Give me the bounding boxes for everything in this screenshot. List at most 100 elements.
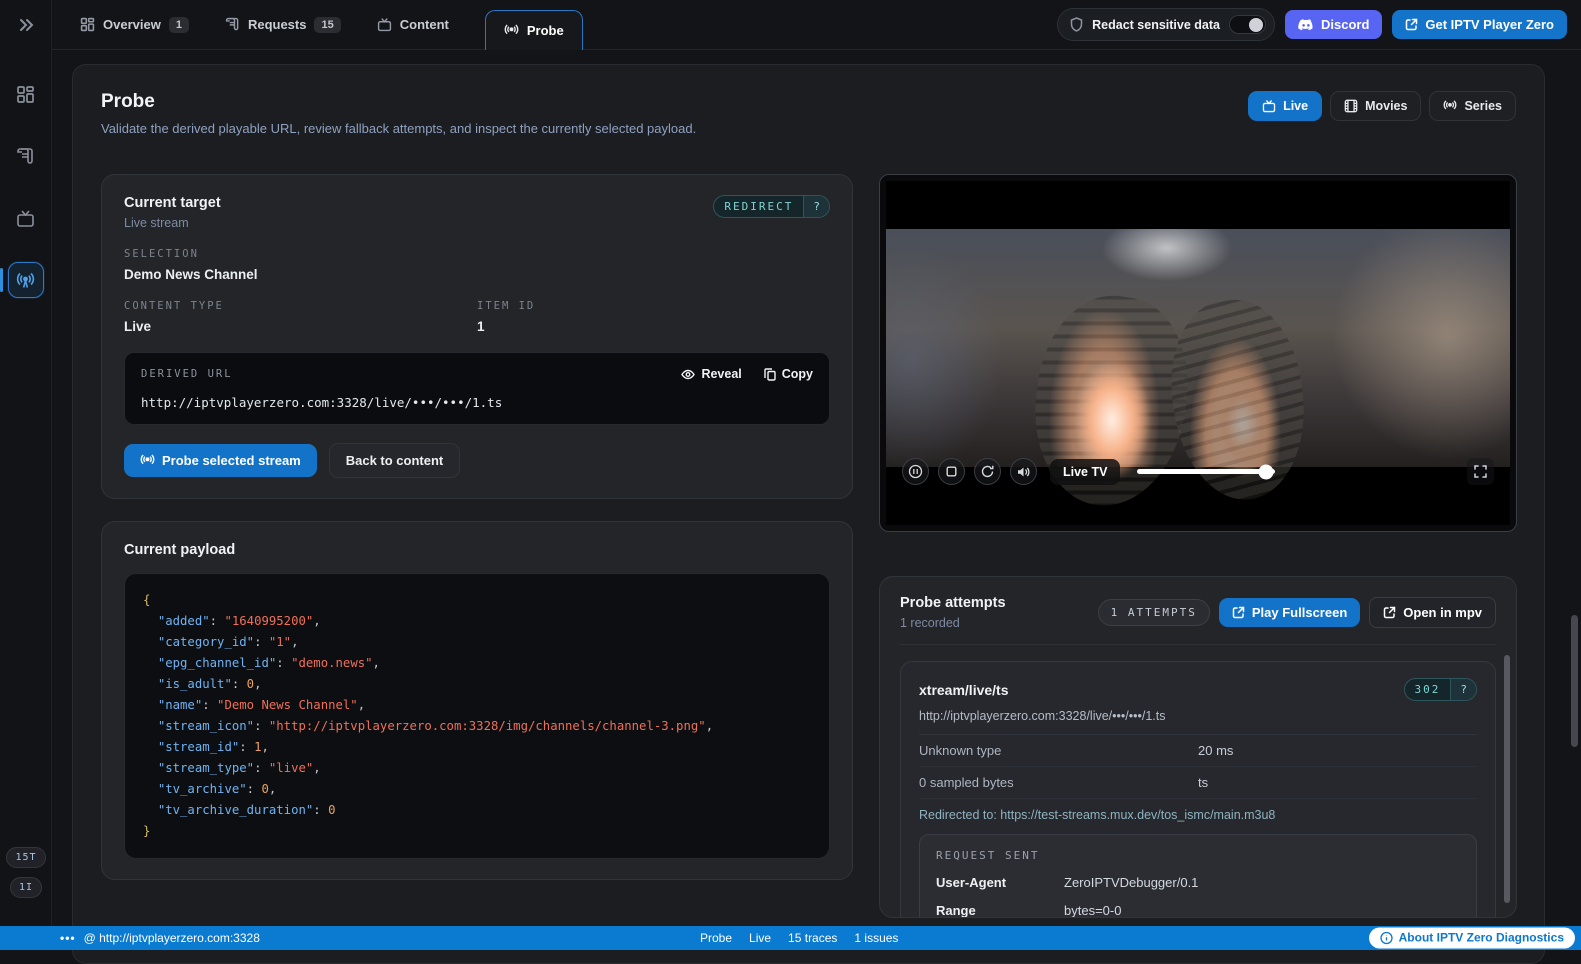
content-type-value: Live bbox=[124, 319, 477, 334]
copy-button[interactable]: Copy bbox=[764, 367, 813, 381]
derived-url-header: DERIVED URL Reveal bbox=[141, 367, 813, 381]
tab-overview[interactable]: Overview 1 bbox=[80, 17, 189, 33]
volume-button[interactable] bbox=[1010, 458, 1037, 485]
probe-stream-button[interactable]: Probe selected stream bbox=[124, 444, 317, 477]
statusbar-item-view: Probe bbox=[700, 931, 732, 945]
reload-button[interactable] bbox=[974, 458, 1001, 485]
topbar: Overview 1 Requests 15 Content Probe bbox=[52, 0, 1581, 50]
detail-left: Unknown type bbox=[919, 743, 1198, 758]
sidebar-expand-button[interactable] bbox=[0, 0, 51, 50]
current-target-titles: Current target Live stream bbox=[124, 195, 221, 230]
statusbar-item-mode: Live bbox=[749, 931, 771, 945]
current-target-subtitle: Live stream bbox=[124, 216, 221, 230]
get-player-button[interactable]: Get IPTV Player Zero bbox=[1392, 10, 1567, 39]
video-screen[interactable]: Live TV bbox=[886, 181, 1510, 525]
copy-icon bbox=[764, 368, 776, 381]
external-link-icon bbox=[1405, 18, 1418, 31]
status-badge[interactable]: 302 ? bbox=[1404, 678, 1478, 701]
reveal-button-label: Reveal bbox=[701, 367, 741, 381]
get-player-button-label: Get IPTV Player Zero bbox=[1425, 17, 1554, 32]
sidebar-item-probe[interactable] bbox=[8, 262, 44, 298]
video-player: Live TV bbox=[879, 174, 1517, 532]
chevrons-right-icon bbox=[18, 18, 34, 32]
attempt-header: xtream/live/ts 302 ? bbox=[919, 678, 1477, 701]
sidebar-item-content[interactable] bbox=[8, 200, 44, 236]
statusbar-host-block: ••• @ http://iptvplayerzero.com:3328 bbox=[0, 931, 260, 945]
item-id-value: 1 bbox=[477, 319, 830, 334]
fullscreen-button[interactable] bbox=[1467, 458, 1494, 485]
attempts-count-badge: 1 ATTEMPTS bbox=[1098, 599, 1210, 626]
right-column: Live TV Probe attempts 1 recorded bbox=[879, 174, 1517, 918]
broadcast-icon bbox=[140, 453, 155, 468]
copy-button-label: Copy bbox=[782, 367, 813, 381]
page-subtitle: Validate the derived playable URL, revie… bbox=[101, 121, 696, 136]
tv-icon bbox=[1262, 99, 1276, 113]
info-icon bbox=[1380, 931, 1393, 944]
back-to-content-button[interactable]: Back to content bbox=[329, 443, 461, 478]
tab-label: Overview bbox=[103, 17, 161, 32]
mode-button-label: Live bbox=[1283, 99, 1308, 113]
target-actions: Probe selected stream Back to content bbox=[124, 443, 830, 478]
redact-toggle-switch[interactable] bbox=[1229, 15, 1266, 34]
issues-count-pill: 1I bbox=[10, 877, 42, 898]
redact-toggle-pill[interactable]: Redact sensitive data bbox=[1057, 8, 1275, 41]
mode-button-label: Series bbox=[1464, 99, 1502, 113]
play-fullscreen-button[interactable]: Play Fullscreen bbox=[1219, 598, 1360, 627]
scroll-icon bbox=[225, 17, 240, 32]
attempt-name: xtream/live/ts bbox=[919, 682, 1009, 698]
request-sent-box: REQUEST SENT User-Agent ZeroIPTVDebugger… bbox=[919, 834, 1477, 918]
mode-button-series[interactable]: Series bbox=[1429, 91, 1516, 121]
slider-knob[interactable] bbox=[1258, 464, 1273, 479]
tv-icon bbox=[377, 17, 392, 32]
tab-label: Content bbox=[400, 17, 449, 32]
current-target-title: Current target bbox=[124, 195, 221, 211]
page-scrollbar-thumb[interactable] bbox=[1571, 615, 1578, 747]
grid-icon bbox=[80, 17, 95, 32]
derived-url-box: DERIVED URL Reveal bbox=[124, 352, 830, 425]
pause-button[interactable] bbox=[902, 458, 929, 485]
tab-bar: Overview 1 Requests 15 Content Probe bbox=[52, 0, 583, 49]
open-in-mpv-button[interactable]: Open in mpv bbox=[1369, 597, 1496, 628]
about-button[interactable]: About IPTV Zero Diagnostics bbox=[1369, 928, 1575, 949]
sidebar-nav bbox=[0, 76, 51, 298]
mode-button-movies[interactable]: Movies bbox=[1330, 91, 1421, 121]
toggle-knob bbox=[1249, 18, 1263, 32]
sidebar-item-overview[interactable] bbox=[8, 76, 44, 112]
redirected-to-text: Redirected to: https://test-streams.mux.… bbox=[919, 799, 1477, 834]
header-value: ZeroIPTVDebugger/0.1 bbox=[1064, 875, 1460, 890]
live-tv-label: Live TV bbox=[1050, 459, 1120, 485]
derived-url-actions: Reveal Copy bbox=[681, 367, 813, 381]
topbar-actions: Redact sensitive data Discord Get IPTV P… bbox=[1057, 8, 1581, 41]
tab-probe[interactable]: Probe bbox=[485, 10, 583, 50]
tab-content[interactable]: Content bbox=[377, 17, 449, 32]
open-in-mpv-label: Open in mpv bbox=[1403, 605, 1482, 620]
redirect-badge[interactable]: REDIRECT ? bbox=[713, 195, 830, 218]
tab-requests[interactable]: Requests 15 bbox=[225, 17, 341, 33]
external-link-icon bbox=[1383, 606, 1396, 619]
discord-button[interactable]: Discord bbox=[1285, 10, 1382, 39]
status-code: 302 bbox=[1405, 679, 1451, 700]
about-button-label: About IPTV Zero Diagnostics bbox=[1399, 931, 1564, 945]
selection-label: SELECTION bbox=[124, 248, 830, 260]
redact-toggle-label: Redact sensitive data bbox=[1092, 18, 1220, 32]
stop-button[interactable] bbox=[938, 458, 965, 485]
attempt-detail-row: 0 sampled bytes ts bbox=[919, 767, 1477, 799]
status-help[interactable]: ? bbox=[1450, 679, 1476, 700]
sidebar-item-requests[interactable] bbox=[8, 138, 44, 174]
header-name: User-Agent bbox=[936, 875, 1064, 890]
attempts-scrollbar-thumb[interactable] bbox=[1504, 655, 1510, 903]
film-icon bbox=[1344, 99, 1358, 113]
reveal-button[interactable]: Reveal bbox=[681, 367, 741, 381]
current-payload-card: Current payload { "added": "1640995200",… bbox=[101, 521, 853, 880]
redirect-badge-label: REDIRECT bbox=[714, 196, 803, 217]
sidebar-pills: 15T 1I bbox=[0, 847, 52, 898]
probe-attempts-card: Probe attempts 1 recorded 1 ATTEMPTS Pla… bbox=[879, 576, 1517, 918]
request-header-row: User-Agent ZeroIPTVDebugger/0.1 bbox=[936, 875, 1460, 890]
redirect-badge-help[interactable]: ? bbox=[803, 196, 829, 217]
page-title: Probe bbox=[101, 91, 696, 113]
request-header-row: Range bytes=0-0 bbox=[936, 903, 1460, 918]
mode-button-live[interactable]: Live bbox=[1248, 91, 1322, 121]
volume-slider[interactable] bbox=[1137, 469, 1275, 474]
broadcast-icon bbox=[504, 23, 519, 38]
probe-attempts-actions: 1 ATTEMPTS Play Fullscreen Open in mpv bbox=[1098, 597, 1496, 628]
